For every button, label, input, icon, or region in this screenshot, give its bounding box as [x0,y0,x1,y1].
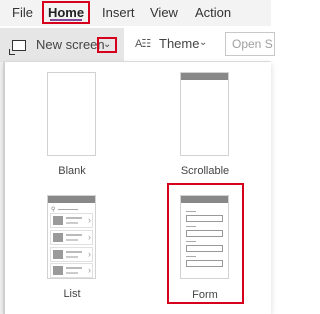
field-label-line [186,211,196,212]
form-template-label[interactable]: Form [165,289,245,301]
menu-view[interactable]: View [150,5,178,20]
menu-action[interactable]: Action [195,5,231,20]
image-placeholder-icon [53,266,63,275]
blank-template-label[interactable]: Blank [32,165,112,177]
chevron-right-icon: › [88,265,91,275]
list-item: › [50,213,93,228]
new-screen-button[interactable]: New screen ⌄ [0,28,124,61]
form-field-placeholder [186,245,223,252]
text-line [66,256,78,258]
theme-icon: A☷ [135,38,151,50]
new-screen-label: New screen [36,37,105,52]
menu-home-label: Home [47,5,85,20]
new-screen-dropdown-panel: Blank Scrollable ⚲ › › › › List Form [4,62,271,314]
text-line [66,234,82,236]
menu-file[interactable]: File [12,5,33,20]
text-line [66,217,82,219]
scrollable-template-thumbnail[interactable] [180,72,229,156]
text-line [66,222,78,224]
menu-insert[interactable]: Insert [102,5,135,20]
template-header-bar [181,196,228,203]
image-placeholder-icon [53,250,63,259]
chevron-right-icon: › [88,215,91,225]
scrollable-template-label[interactable]: Scrollable [165,165,245,177]
open-field[interactable]: Open S [225,32,275,56]
new-screen-dropdown-toggle[interactable]: ⌄ [97,37,117,53]
text-line [66,239,78,241]
chevron-right-icon: › [88,232,91,242]
list-item: › [50,230,93,245]
image-placeholder-icon [53,216,63,225]
form-field-placeholder [186,215,223,222]
image-placeholder-icon [53,233,63,242]
new-screen-icon [9,40,26,55]
theme-chevron-down-icon[interactable]: ⌄ [199,37,207,48]
chevron-right-icon: › [88,249,91,259]
field-label-line [186,256,196,257]
text-line [66,267,82,269]
list-template-label[interactable]: List [32,288,112,300]
template-header-bar [181,73,228,80]
search-line [58,209,78,210]
menu-bar: File Home Insert View Action [0,0,271,26]
active-tab-underline [50,19,82,21]
list-item: › [50,263,93,278]
menu-home[interactable]: Home [42,1,90,24]
list-template-thumbnail[interactable]: ⚲ › › › › [47,195,96,279]
form-field-placeholder [186,260,223,267]
text-line [66,251,82,253]
blank-template-thumbnail[interactable] [47,72,96,156]
template-header-bar [48,196,95,203]
field-label-line [186,226,196,227]
form-template-thumbnail[interactable] [180,195,229,279]
text-line [66,272,78,274]
form-field-placeholder [186,230,223,237]
search-icon: ⚲ [51,207,56,213]
field-label-line [186,241,196,242]
theme-button[interactable]: Theme [159,36,199,51]
chevron-down-icon: ⌄ [103,39,112,50]
open-field-placeholder: Open S [232,37,273,51]
list-item: › [50,247,93,262]
ribbon-toolbar: New screen ⌄ A☷ Theme ⌄ Open S [0,26,275,62]
